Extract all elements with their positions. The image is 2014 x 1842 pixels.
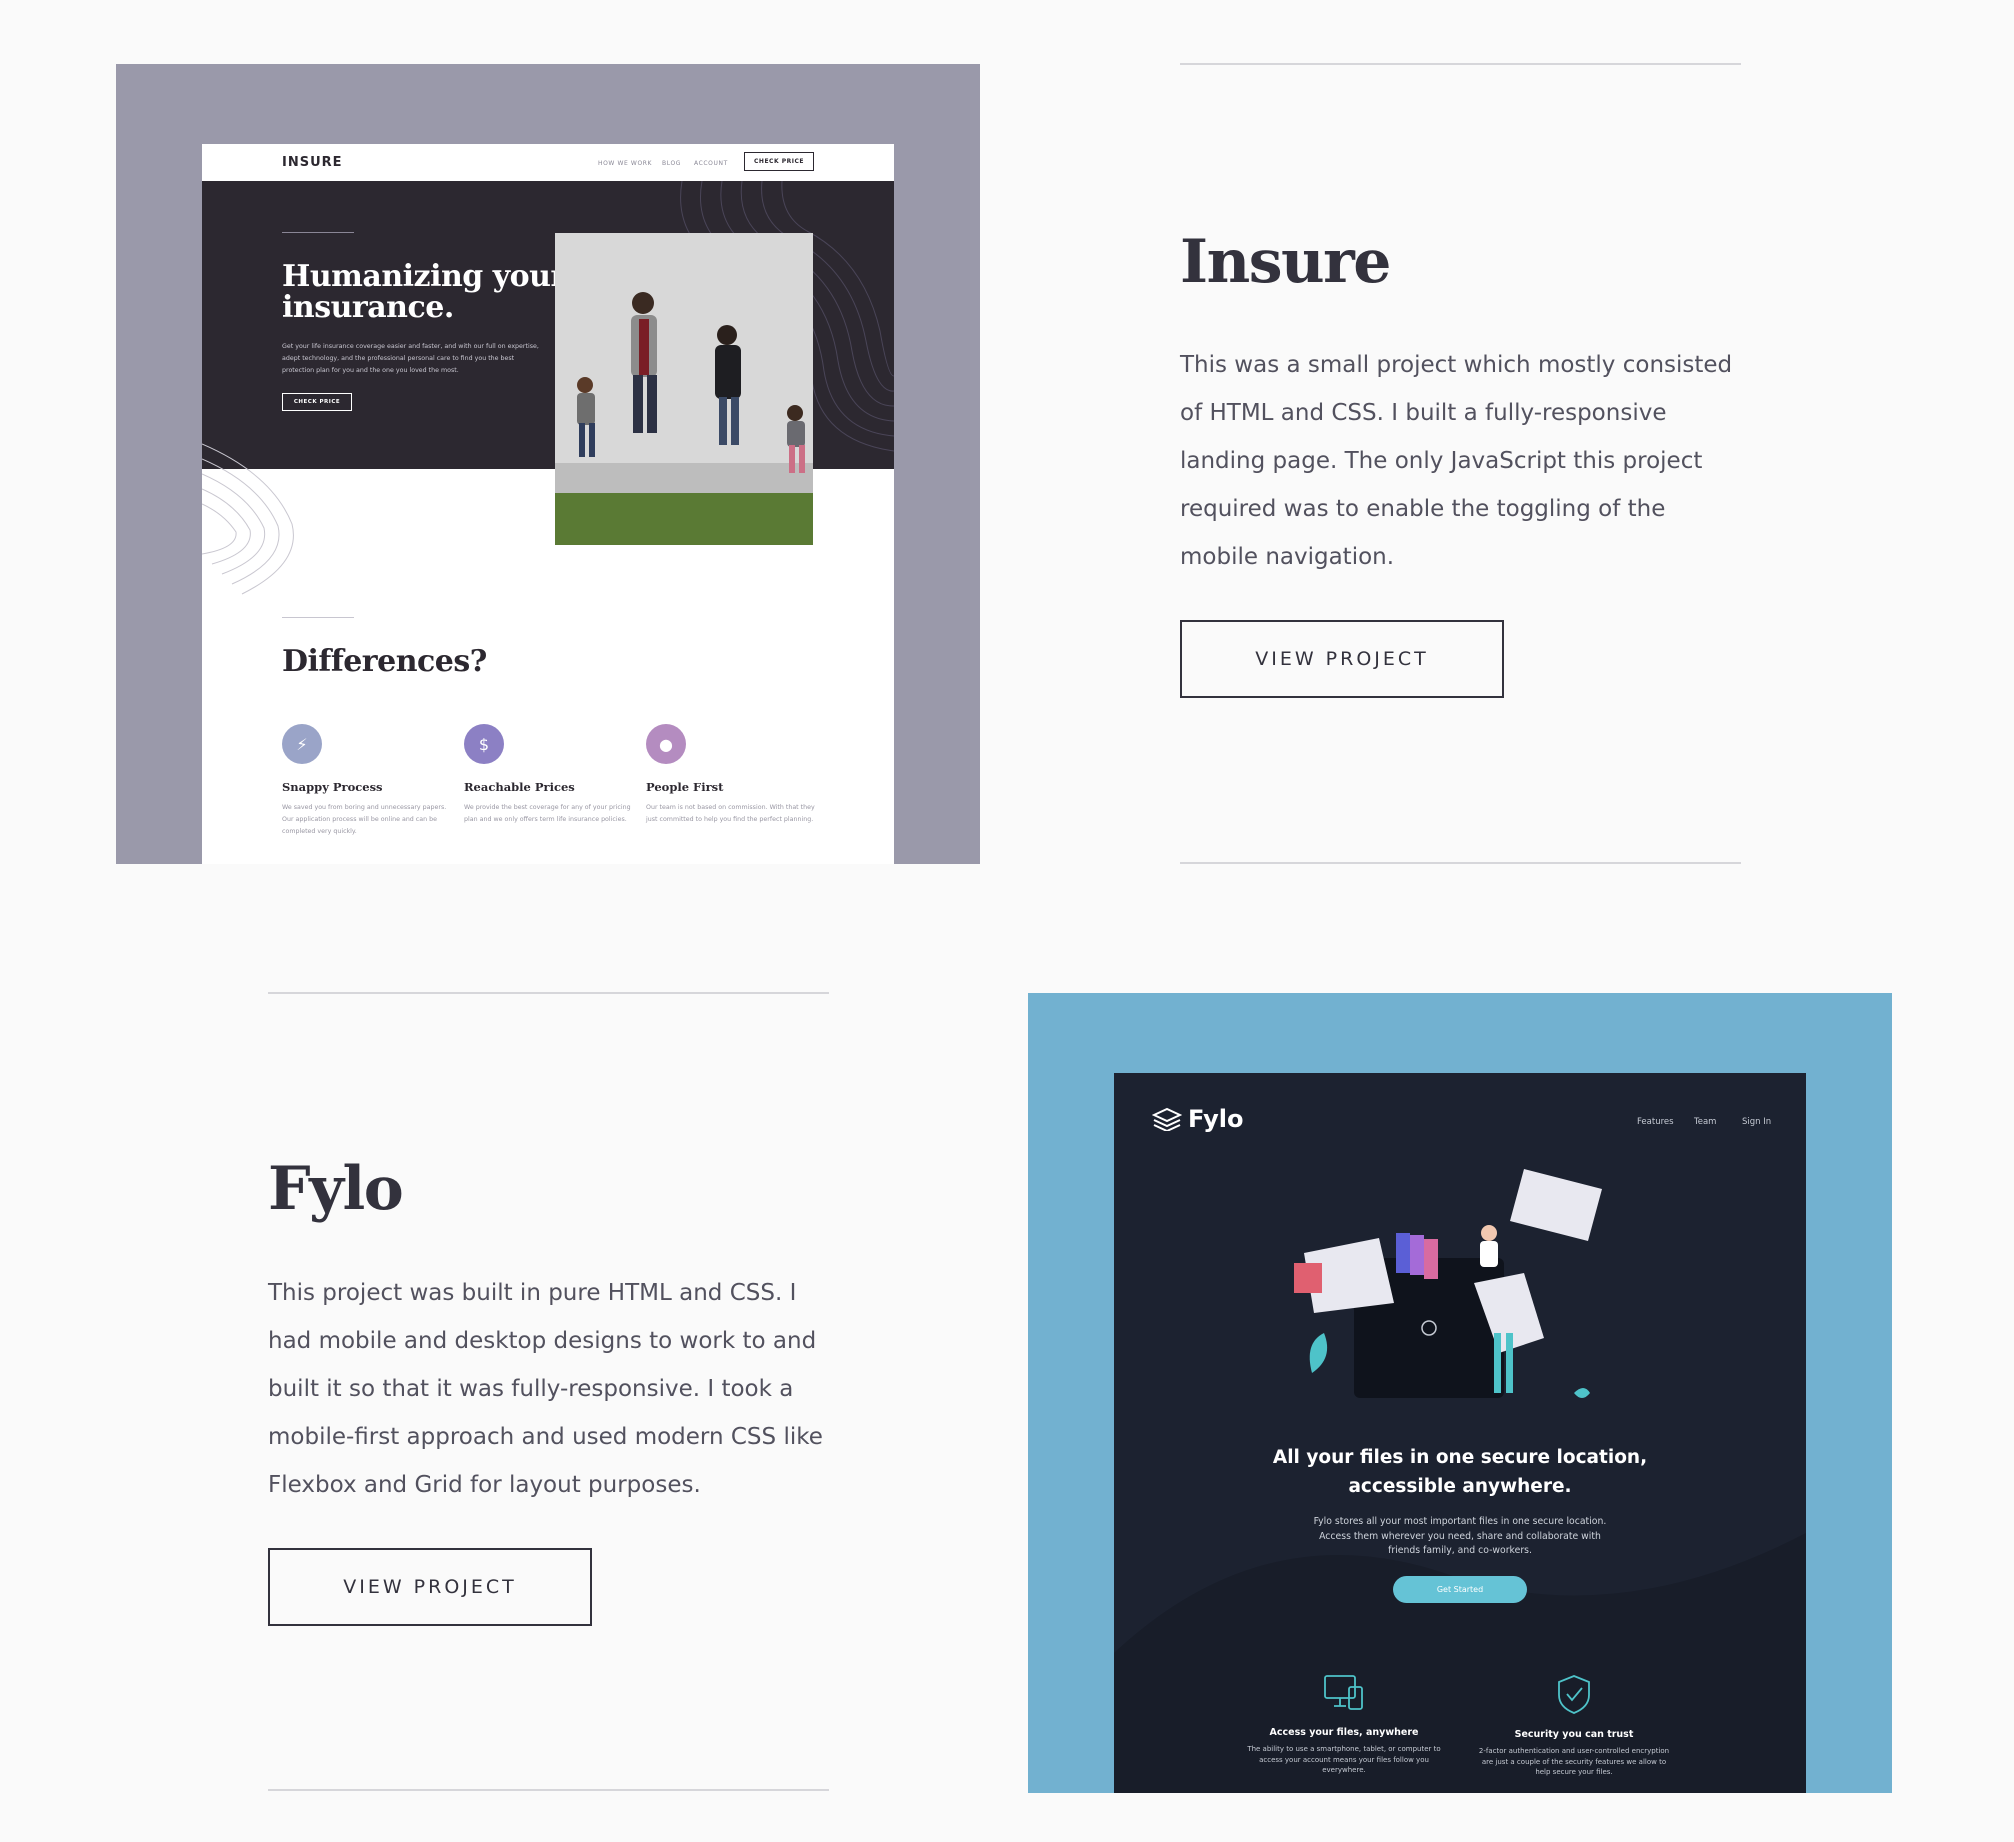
fylo-project-image: Fylo Features Team Sign In All your file… — [1028, 993, 1892, 1793]
project-title-insure: Insure — [1180, 227, 1391, 297]
topography-pattern-left-icon — [202, 443, 294, 595]
insure-preview-nav-link: BLOG — [662, 160, 682, 167]
fylo-preview-nav-link: Features — [1637, 1117, 1674, 1127]
feature-title: People First — [646, 780, 724, 794]
family-walking-illustration — [555, 233, 813, 545]
insure-preview-section-title: Differences? — [282, 644, 487, 679]
feature-title: Access your files, anywhere — [1269, 1727, 1419, 1738]
hero-divider — [282, 232, 354, 233]
lightning-icon: ⚡ — [282, 724, 322, 764]
fylo-feature-card: Security you can trust 2-factor authenti… — [1474, 1673, 1674, 1778]
project-title-fylo: Fylo — [268, 1154, 404, 1224]
view-project-button-insure[interactable]: VIEW PROJECT — [1180, 620, 1504, 698]
view-project-button-fylo[interactable]: VIEW PROJECT — [268, 1548, 592, 1626]
feature-text: 2-factor authentication and user-control… — [1478, 1747, 1670, 1776]
person-icon: ● — [646, 724, 686, 764]
project-divider-top — [1180, 63, 1741, 65]
feature-title: Snappy Process — [282, 780, 383, 794]
insure-preview-nav-button: CHECK PRICE — [744, 152, 814, 171]
fylo-preview-nav-link: Team — [1694, 1117, 1717, 1127]
dollar-icon: $ — [464, 724, 504, 764]
insure-preview-nav-link: HOW WE WORK — [598, 160, 653, 167]
fylo-preview-hero-text: Fylo stores all your most important file… — [1313, 1516, 1607, 1556]
insure-preview-hero-text: Get your life insurance coverage easier … — [282, 343, 539, 374]
fylo-preview-get-started-button: Get Started — [1393, 1576, 1527, 1603]
insure-feature-card: $ Reachable Prices We provide the best c… — [464, 724, 634, 826]
feature-text: Our team is not based on commission. Wit… — [646, 804, 815, 823]
fylo-feature-card: Access your files, anywhere The ability … — [1244, 1673, 1444, 1776]
feature-text: We saved you from boring and unnecessary… — [282, 804, 447, 835]
feature-title: Security you can trust — [1514, 1729, 1634, 1740]
insure-feature-card: ⚡ Snappy Process We saved you from borin… — [282, 724, 452, 838]
feature-title: Reachable Prices — [464, 780, 575, 794]
feature-text: The ability to use a smartphone, tablet,… — [1247, 1745, 1441, 1774]
project-divider-bottom — [268, 1789, 829, 1791]
insure-preview-nav-link: ACCOUNT — [694, 160, 728, 167]
insure-project-image: INSURE HOW WE WORK BLOG ACCOUNT CHECK PR… — [116, 64, 980, 864]
fylo-site-preview: Fylo Features Team Sign In All your file… — [1114, 1073, 1806, 1793]
project-description-insure: This was a small project which mostly co… — [1180, 352, 1733, 570]
insure-preview-nav: INSURE HOW WE WORK BLOG ACCOUNT CHECK PR… — [202, 144, 894, 181]
family-photo — [555, 233, 813, 545]
project-description-fylo: This project was built in pure HTML and … — [268, 1280, 823, 1498]
insure-preview-logo: INSURE — [282, 155, 343, 170]
insure-preview-hero-title: Humanizing your insurance. — [282, 259, 566, 325]
curvy-background-shape — [1114, 1533, 1806, 1793]
fylo-preview-nav-link: Sign In — [1742, 1117, 1772, 1127]
feature-text: We provide the best coverage for any of … — [464, 804, 631, 823]
layers-logo-icon — [1152, 1107, 1182, 1131]
fylo-logo-text: Fylo — [1188, 1105, 1244, 1133]
fylo-preview-logo: Fylo — [1152, 1105, 1243, 1133]
project-divider-bottom — [1180, 862, 1741, 864]
differences-divider — [282, 617, 354, 618]
fylo-hero-illustration — [1294, 1169, 1602, 1398]
shield-icon — [1558, 1675, 1590, 1714]
insure-feature-card: ● People First Our team is not based on … — [646, 724, 816, 826]
fylo-preview-hero-title: All your files in one secure location, a… — [1272, 1447, 1648, 1497]
project-divider-top — [268, 992, 829, 994]
devices-icon — [1324, 1675, 1363, 1710]
insure-site-preview: INSURE HOW WE WORK BLOG ACCOUNT CHECK PR… — [202, 144, 894, 864]
